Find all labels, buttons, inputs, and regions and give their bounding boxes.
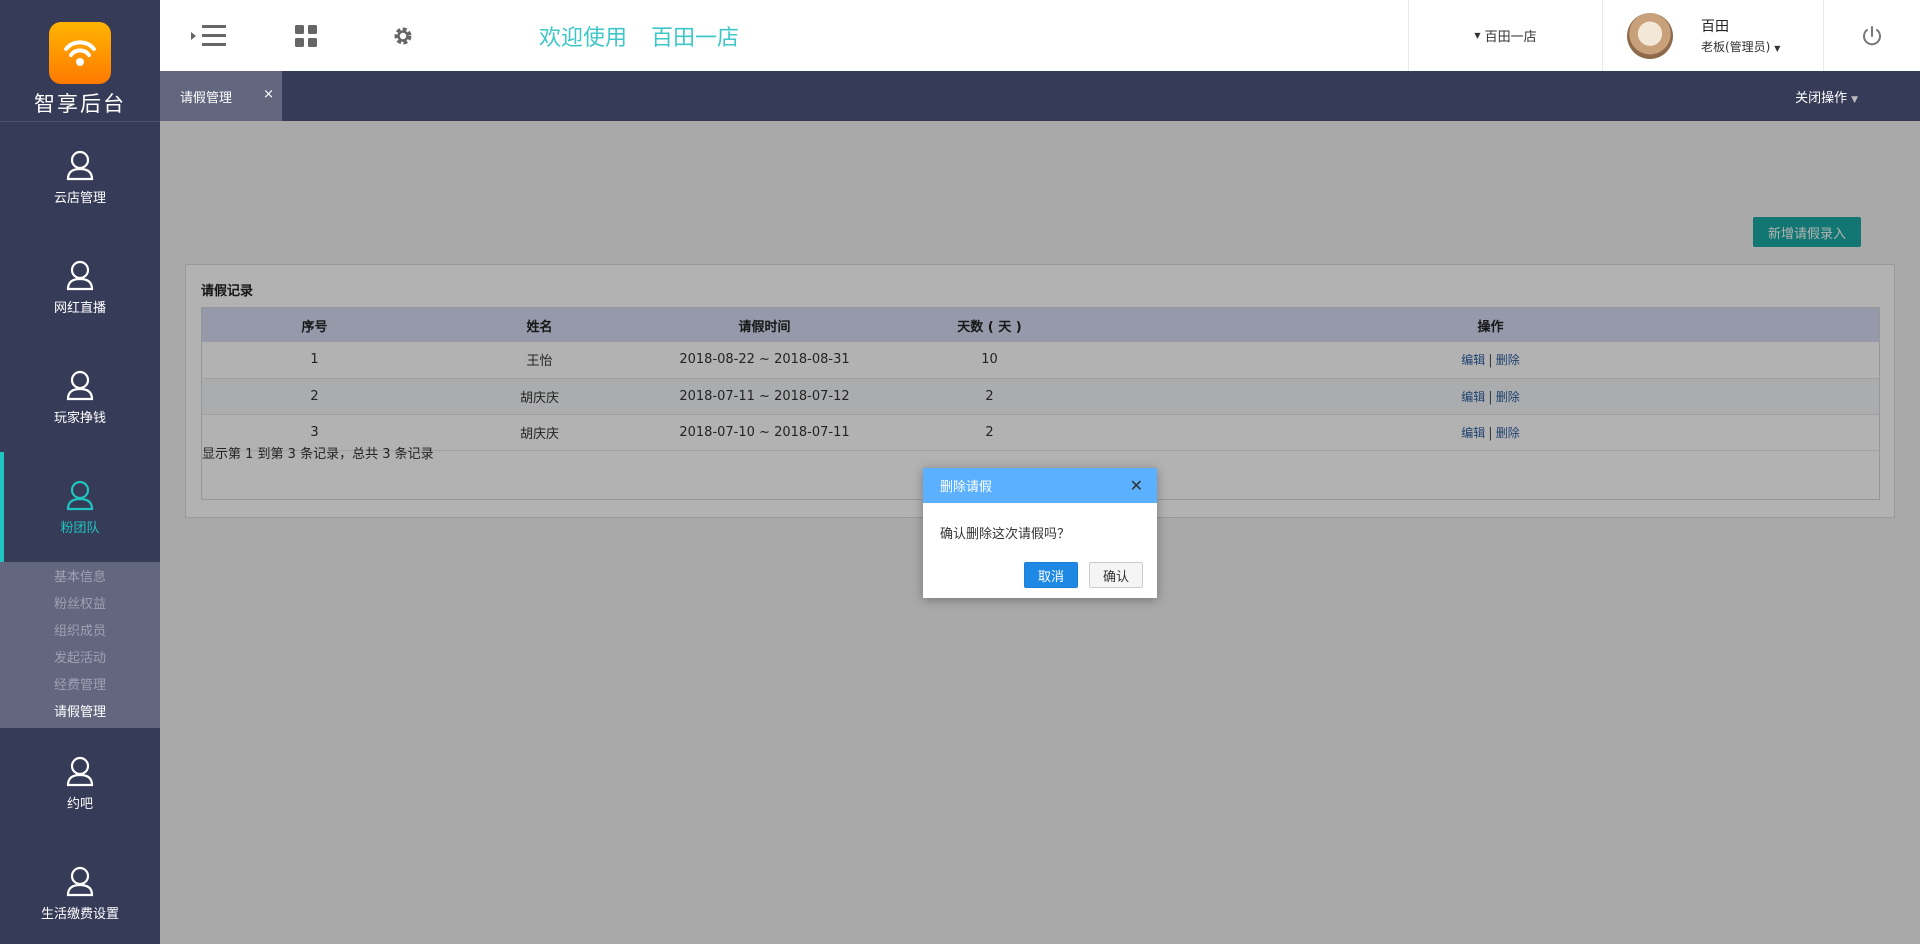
user-menu[interactable]: 百田 老板(管理员) ▼ bbox=[1602, 0, 1823, 71]
sidebar-item-label: 约吧 bbox=[66, 796, 93, 812]
grid-icon[interactable] bbox=[257, 0, 354, 71]
sidebar-item-yueba[interactable]: 约吧 bbox=[0, 728, 160, 838]
sidebar-item-bill-settings[interactable]: 生活缴费设置 bbox=[0, 838, 160, 944]
caret-down-icon: ▼ bbox=[1851, 95, 1858, 105]
submenu-item-activities[interactable]: 发起活动 bbox=[0, 645, 160, 672]
avatar bbox=[1627, 12, 1673, 59]
sidebar-item-label: 云店管理 bbox=[53, 190, 106, 206]
user-icon bbox=[66, 756, 94, 786]
tab-leave-management[interactable]: 请假管理 × bbox=[160, 71, 282, 121]
sidebar-item-fan-group[interactable]: 粉团队 bbox=[0, 452, 160, 562]
dialog-title: 删除请假 bbox=[940, 480, 993, 495]
close-icon[interactable]: × bbox=[263, 87, 274, 102]
user-icon bbox=[66, 480, 94, 510]
dialog-message: 确认删除这次请假吗？ bbox=[940, 527, 1071, 542]
cancel-button[interactable]: 取消 bbox=[1024, 562, 1078, 588]
logo-text: 智享后台 bbox=[34, 92, 126, 116]
tab-bar: 请假管理 × 关闭操作 ▼ bbox=[160, 71, 1920, 121]
store-name: 百田一店 bbox=[651, 25, 740, 51]
user-role: 老板(管理员) ▼ bbox=[1701, 40, 1781, 54]
delete-confirm-dialog: 删除请假 ✕ 确认删除这次请假吗？ 取消 确认 bbox=[923, 468, 1157, 598]
dialog-buttons: 取消 确认 bbox=[1024, 562, 1143, 588]
top-header: 欢迎使用 百田一店 ▼ 百田一店 百田 老板(管理员) ▼ bbox=[160, 0, 1920, 71]
dialog-header: 删除请假 ✕ bbox=[923, 468, 1157, 503]
sidebar-item-live[interactable]: 网红直播 bbox=[0, 232, 160, 342]
tab-label: 请假管理 bbox=[180, 90, 233, 106]
close-ops-label: 关闭操作 bbox=[1795, 91, 1848, 106]
store-select-label: 百田一店 bbox=[1484, 30, 1537, 45]
store-select[interactable]: ▼ 百田一店 bbox=[1408, 0, 1602, 71]
header-right: ▼ 百田一店 百田 老板(管理员) ▼ bbox=[1408, 0, 1920, 71]
submenu: 基本信息 粉丝权益 组织成员 发起活动 经费管理 请假管理 bbox=[0, 562, 160, 728]
submenu-item-members[interactable]: 组织成员 bbox=[0, 618, 160, 645]
collapse-menu-icon[interactable] bbox=[160, 0, 257, 71]
user-icon bbox=[66, 150, 94, 180]
confirm-button[interactable]: 确认 bbox=[1089, 562, 1143, 588]
welcome-label: 欢迎使用 bbox=[539, 25, 628, 51]
sidebar: 智享后台 云店管理 网红直播 玩家挣钱 粉团队 基本信息 粉丝权益 组织成员 发… bbox=[0, 0, 160, 944]
user-info: 百田 老板(管理员) ▼ bbox=[1701, 16, 1780, 55]
close-icon[interactable]: ✕ bbox=[1130, 476, 1143, 495]
sidebar-item-label: 网红直播 bbox=[53, 300, 106, 316]
welcome-text: 欢迎使用 百田一店 bbox=[539, 20, 739, 52]
logo: 智享后台 bbox=[0, 0, 160, 122]
gear-icon[interactable] bbox=[354, 0, 451, 71]
close-operations-dropdown[interactable]: 关闭操作 ▼ bbox=[1795, 87, 1858, 106]
caret-down-icon: ▼ bbox=[1774, 44, 1781, 53]
user-icon bbox=[66, 370, 94, 400]
user-icon bbox=[66, 260, 94, 290]
sidebar-item-cloud-store[interactable]: 云店管理 bbox=[0, 122, 160, 232]
sidebar-item-label: 玩家挣钱 bbox=[53, 410, 106, 426]
submenu-item-fan-rights[interactable]: 粉丝权益 bbox=[0, 591, 160, 618]
user-name: 百田 bbox=[1701, 19, 1729, 35]
submenu-item-basic-info[interactable]: 基本信息 bbox=[0, 564, 160, 591]
wifi-logo-icon bbox=[49, 22, 111, 84]
power-icon[interactable] bbox=[1823, 0, 1920, 71]
submenu-item-funds[interactable]: 经费管理 bbox=[0, 672, 160, 699]
sidebar-item-label: 粉团队 bbox=[60, 520, 100, 536]
caret-down-icon: ▼ bbox=[1474, 31, 1481, 40]
sidebar-item-player-earn[interactable]: 玩家挣钱 bbox=[0, 342, 160, 452]
submenu-item-leave[interactable]: 请假管理 bbox=[0, 699, 160, 726]
user-icon bbox=[66, 866, 94, 896]
sidebar-item-label: 生活缴费设置 bbox=[40, 906, 119, 922]
